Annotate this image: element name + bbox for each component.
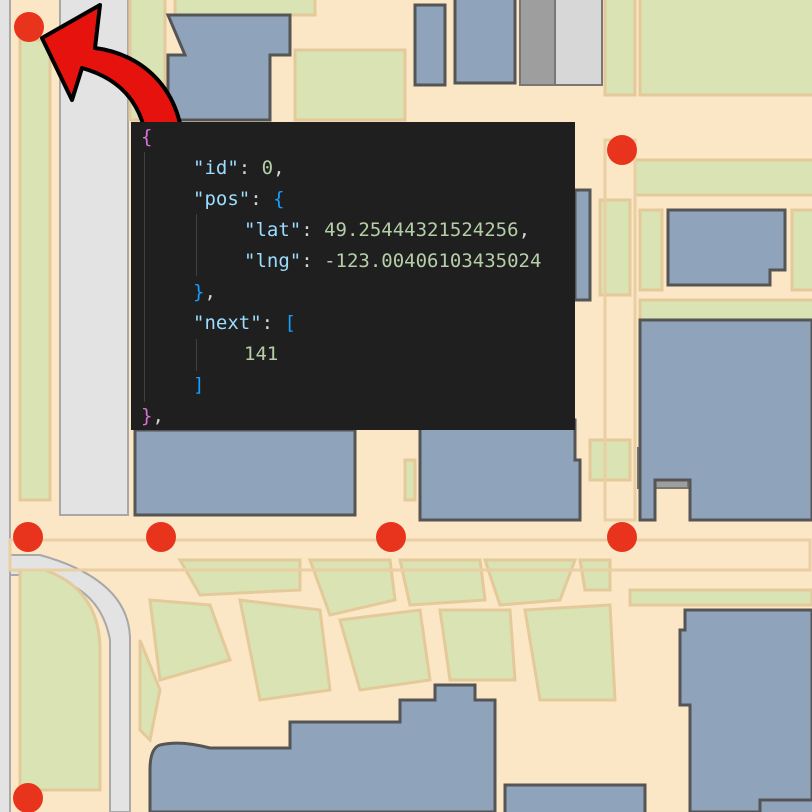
- node-marker: [14, 12, 44, 42]
- node-marker: [146, 522, 176, 552]
- lat-key: "lat": [244, 219, 302, 241]
- node-marker: [376, 522, 406, 552]
- close-brace: }: [141, 405, 153, 427]
- code-line-close: },: [141, 405, 164, 427]
- code-line-id: "id": 0,: [193, 157, 285, 179]
- node-marker: [607, 135, 637, 165]
- indent-guide: [196, 339, 197, 371]
- id-key: "id": [193, 157, 239, 179]
- pos-open-brace: {: [273, 188, 285, 210]
- id-value: 0: [261, 157, 274, 179]
- lng-value: -123.00406103435024: [324, 250, 542, 272]
- lat-value: 49.25444321524256: [324, 219, 519, 241]
- indent-guide: [144, 152, 145, 402]
- pos-key: "pos": [193, 188, 251, 210]
- code-line-1: {: [141, 122, 152, 153]
- code-line-pos-close: },: [193, 281, 216, 303]
- code-line-next-close: ]: [193, 370, 204, 401]
- node-marker: [13, 522, 43, 552]
- code-line-next-value: 141: [244, 339, 278, 370]
- open-brace: {: [141, 126, 153, 148]
- next-open-bracket: [: [284, 312, 296, 334]
- next-value: 141: [244, 343, 279, 365]
- code-line-pos: "pos": {: [193, 188, 285, 210]
- next-key: "next": [193, 312, 262, 334]
- indent-guide: [196, 214, 197, 276]
- node-marker: [607, 522, 637, 552]
- pos-close-brace: }: [193, 281, 205, 303]
- next-close-bracket: ]: [193, 374, 205, 396]
- code-line-next: "next": [: [193, 312, 296, 334]
- node-marker: [13, 783, 43, 812]
- json-code-panel: { "id": 0, "pos": { "lat": 49.2544432152…: [131, 122, 575, 430]
- code-line-lng: "lng": -123.00406103435024: [244, 250, 542, 272]
- lng-key: "lng": [244, 250, 302, 272]
- code-line-lat: "lat": 49.25444321524256,: [244, 219, 531, 241]
